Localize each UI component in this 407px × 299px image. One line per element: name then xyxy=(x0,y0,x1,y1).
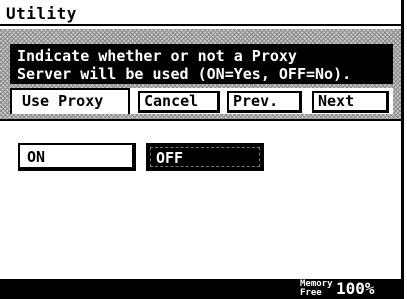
memory-label-line-2: Free xyxy=(300,288,322,298)
status-bar: Memory Free 100% xyxy=(0,279,401,299)
utility-screen: Utility Indicate whether or not a Proxy … xyxy=(0,0,404,299)
on-option-button[interactable]: ON xyxy=(18,143,136,171)
message-line-1: Indicate whether or not a Proxy xyxy=(17,47,297,65)
cancel-button[interactable]: Cancel xyxy=(138,91,220,113)
next-button[interactable]: Next xyxy=(312,91,389,113)
title-bar: Utility xyxy=(0,0,401,26)
tab-row: Use Proxy Cancel Prev. Next xyxy=(10,88,393,114)
off-option-button[interactable]: OFF xyxy=(146,143,264,171)
memory-free-label: Memory Free xyxy=(300,280,333,298)
window-title: Utility xyxy=(6,4,77,23)
prev-button[interactable]: Prev. xyxy=(227,91,302,113)
tab-use-proxy[interactable]: Use Proxy xyxy=(10,88,130,114)
message-line-2: Server will be used (ON=Yes, OFF=No). xyxy=(17,65,352,83)
memory-free-value: 100% xyxy=(336,279,375,298)
instruction-message: Indicate whether or not a Proxy Server w… xyxy=(10,44,393,84)
